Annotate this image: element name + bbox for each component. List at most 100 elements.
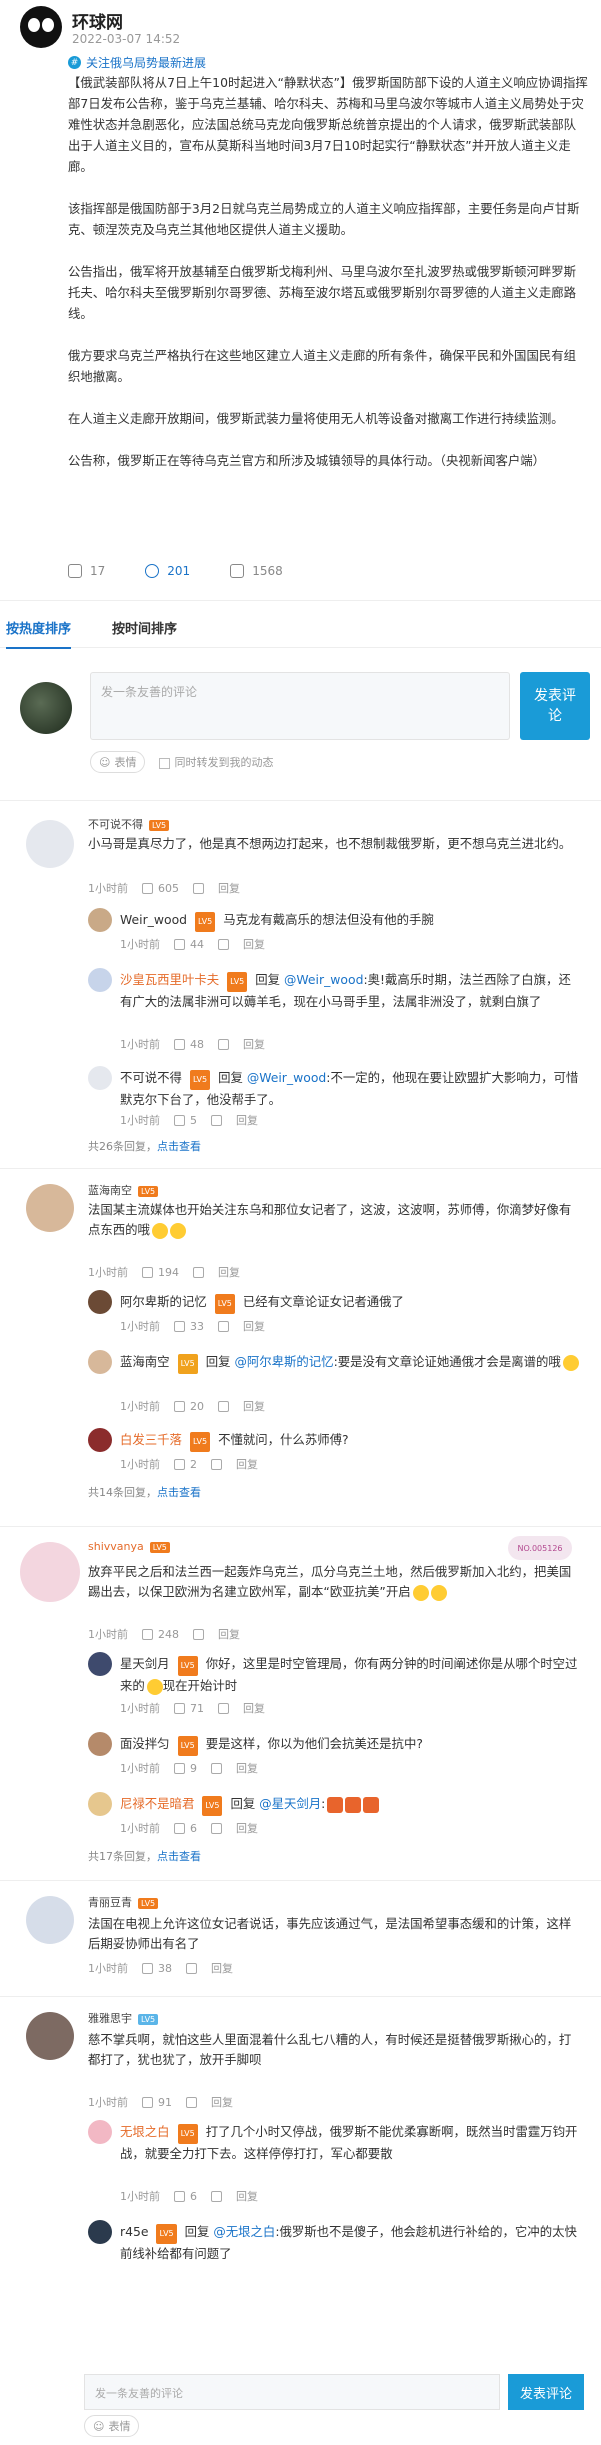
reply-username[interactable]: 阿尔卑斯的记忆	[120, 1294, 207, 1309]
bottom-submit-button[interactable]: 发表评论	[508, 2374, 584, 2410]
dislike-button[interactable]	[193, 882, 204, 894]
like-button[interactable]: 194	[142, 1266, 179, 1279]
submit-comment-button[interactable]: 发表评论	[520, 672, 590, 740]
reply-avatar[interactable]	[88, 1290, 112, 1314]
emoji-button[interactable]: ☺ 表情	[90, 751, 146, 773]
author-avatar[interactable]	[20, 6, 62, 48]
reply-avatar[interactable]	[88, 2120, 112, 2144]
like-button[interactable]: 9	[174, 1762, 197, 1775]
dislike-button[interactable]	[193, 1628, 204, 1640]
reply-button[interactable]: 回复	[218, 880, 240, 896]
user-avatar[interactable]	[26, 1184, 74, 1232]
view-more-link[interactable]: 点击查看	[157, 1850, 201, 1863]
user-avatar[interactable]	[20, 1542, 80, 1602]
like-button[interactable]: 20	[174, 1400, 204, 1413]
bottom-emoji-button[interactable]: ☺ 表情	[84, 2415, 140, 2437]
reply-avatar[interactable]	[88, 1350, 112, 1374]
comment-username[interactable]: 不可说不得 LV5	[88, 816, 170, 832]
like-button[interactable]: 33	[174, 1320, 204, 1333]
reply-avatar[interactable]	[88, 1066, 112, 1090]
user-avatar[interactable]	[26, 820, 74, 868]
reply-button[interactable]: 回复	[211, 2094, 233, 2110]
dislike-button[interactable]	[186, 1962, 197, 1974]
view-more-link[interactable]: 点击查看	[157, 1486, 201, 1499]
reply-username[interactable]: r45e	[120, 2224, 148, 2239]
bottom-comment-input[interactable]: 发一条友善的评论	[84, 2374, 500, 2410]
reply-avatar[interactable]	[88, 2220, 112, 2244]
sync-repost-checkbox[interactable]: 同时转发到我的动态	[159, 754, 273, 770]
like-button[interactable]: 71	[174, 1702, 204, 1715]
reply-button[interactable]: 回复	[243, 1700, 265, 1716]
dislike-button[interactable]	[211, 2190, 222, 2202]
reply-username[interactable]: 星天剑月	[120, 1656, 170, 1671]
reply-avatar[interactable]	[88, 1732, 112, 1756]
reply-button[interactable]: 回复	[236, 1760, 258, 1776]
user-avatar[interactable]	[26, 2012, 74, 2060]
comment-input[interactable]: 发一条友善的评论	[90, 672, 510, 740]
reply-button[interactable]: 回复	[236, 1456, 258, 1472]
reply-avatar[interactable]	[88, 1792, 112, 1816]
mention-link[interactable]: @星天剑月	[259, 1796, 321, 1811]
comment-username[interactable]: 蓝海南空 LV5	[88, 1182, 159, 1198]
view-more-link[interactable]: 点击查看	[157, 1140, 201, 1153]
dislike-button[interactable]	[218, 1702, 229, 1714]
reply-avatar[interactable]	[88, 908, 112, 932]
dislike-button[interactable]	[218, 938, 229, 950]
like-button[interactable]: 48	[174, 1038, 204, 1051]
like-button[interactable]: 1568	[230, 564, 283, 578]
like-button[interactable]: 91	[142, 2096, 172, 2109]
reply-button[interactable]: 回复	[243, 936, 265, 952]
author-name[interactable]: 环球网	[72, 8, 123, 33]
dislike-button[interactable]	[211, 1762, 222, 1774]
reply-button[interactable]: 回复	[243, 1398, 265, 1414]
dislike-button[interactable]	[186, 2096, 197, 2108]
tab-hot[interactable]: 按热度排序	[6, 618, 72, 649]
reply-button[interactable]: 回复	[236, 1820, 258, 1836]
like-button[interactable]: 2	[174, 1458, 197, 1471]
dislike-button[interactable]	[218, 1038, 229, 1050]
reply-username[interactable]: 白发三千落	[120, 1432, 182, 1447]
reply-username[interactable]: 面没拌匀	[120, 1736, 170, 1751]
mention-link[interactable]: @Weir_wood	[284, 972, 363, 987]
comment-button[interactable]: 201	[145, 564, 190, 578]
reply-button[interactable]: 回复	[218, 1264, 240, 1280]
reply-username[interactable]: 尼禄不是暗君	[120, 1796, 194, 1811]
like-button[interactable]: 6	[174, 2190, 197, 2203]
like-button[interactable]: 5	[174, 1114, 197, 1127]
dislike-button[interactable]	[211, 1458, 222, 1470]
reply-button[interactable]: 回复	[243, 1036, 265, 1052]
reply-button[interactable]: 回复	[218, 1626, 240, 1642]
comment-username[interactable]: 雅雅思宇 LV5	[88, 2010, 159, 2026]
mention-link[interactable]: @Weir_wood	[247, 1070, 326, 1085]
like-button[interactable]: 248	[142, 1628, 179, 1641]
reply-username[interactable]: 不可说不得	[120, 1070, 182, 1085]
reply-button[interactable]: 回复	[236, 2188, 258, 2204]
mention-link[interactable]: @阿尔卑斯的记忆	[234, 1354, 333, 1369]
dislike-button[interactable]	[218, 1400, 229, 1412]
reply-avatar[interactable]	[88, 968, 112, 992]
dislike-button[interactable]	[211, 1114, 222, 1126]
reply-avatar[interactable]	[88, 1428, 112, 1452]
reply-username[interactable]: Weir_wood	[120, 912, 187, 927]
reply-avatar[interactable]	[88, 1652, 112, 1676]
like-button[interactable]: 6	[174, 1822, 197, 1835]
user-avatar[interactable]	[26, 1896, 74, 1944]
like-button[interactable]: 44	[174, 938, 204, 951]
repost-button[interactable]: 17	[68, 564, 105, 578]
reply-username[interactable]: 无垠之白	[120, 2124, 170, 2139]
like-button[interactable]: 38	[142, 1962, 172, 1975]
reply-username[interactable]: 沙皇瓦西里叶卡夫	[120, 972, 219, 987]
mention-link[interactable]: @无垠之白	[213, 2224, 275, 2239]
like-button[interactable]: 605	[142, 882, 179, 895]
dislike-button[interactable]	[193, 1266, 204, 1278]
reply-button[interactable]: 回复	[236, 1112, 258, 1128]
comment-username[interactable]: shivvanya LV5	[88, 1540, 170, 1553]
reply-button[interactable]: 回复	[243, 1318, 265, 1334]
dislike-button[interactable]	[211, 1822, 222, 1834]
comment-username[interactable]: 青丽豆青 LV5	[88, 1894, 159, 1910]
reply-username[interactable]: 蓝海南空	[120, 1354, 170, 1369]
reply-button[interactable]: 回复	[211, 1960, 233, 1976]
topic-tag[interactable]: # 关注俄乌局势最新进展	[68, 54, 206, 71]
dislike-button[interactable]	[218, 1320, 229, 1332]
tab-time[interactable]: 按时间排序	[112, 618, 177, 637]
